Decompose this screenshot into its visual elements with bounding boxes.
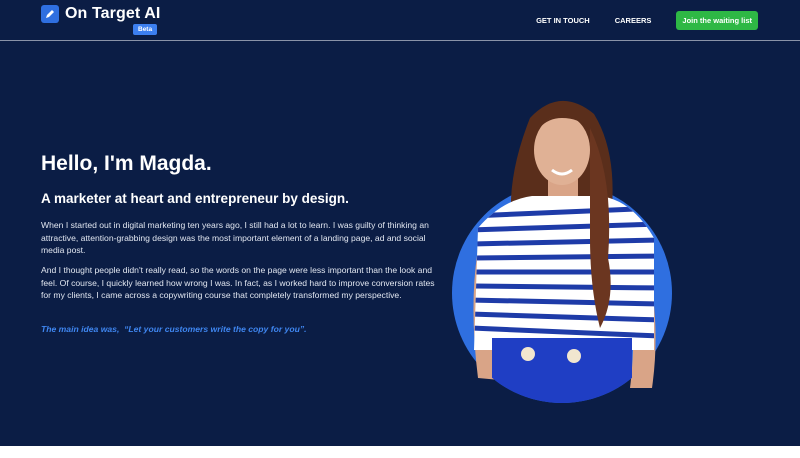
hero-title: Hello, I'm Magda. bbox=[41, 152, 212, 175]
pencil-icon bbox=[41, 5, 59, 23]
quote-text: “Let your customers write the copy for y… bbox=[124, 324, 307, 334]
join-waiting-list-button[interactable]: Join the waiting list bbox=[676, 11, 758, 30]
nav-careers[interactable]: CAREERS bbox=[615, 16, 652, 25]
intro-paragraph-2: And I thought people didn't really read,… bbox=[41, 265, 435, 301]
brand-logo[interactable]: On Target AI bbox=[41, 5, 160, 23]
quote-lead: The main idea was, bbox=[41, 324, 120, 334]
intro-paragraph-1: When I started out in digital marketing … bbox=[41, 220, 429, 256]
main-nav: GET IN TOUCH CAREERS Join the waiting li… bbox=[536, 11, 758, 30]
portrait-photo bbox=[452, 100, 672, 403]
brand-name: On Target AI bbox=[65, 5, 161, 22]
main-idea-quote: The main idea was, “Let your customers w… bbox=[41, 324, 307, 334]
site-header: On Target AI Beta GET IN TOUCH CAREERS J… bbox=[0, 0, 800, 41]
nav-get-in-touch[interactable]: GET IN TOUCH bbox=[536, 16, 590, 25]
hero-subtitle: A marketer at heart and entrepreneur by … bbox=[41, 191, 349, 206]
next-section-strip bbox=[0, 446, 800, 458]
beta-badge: Beta bbox=[133, 24, 158, 35]
